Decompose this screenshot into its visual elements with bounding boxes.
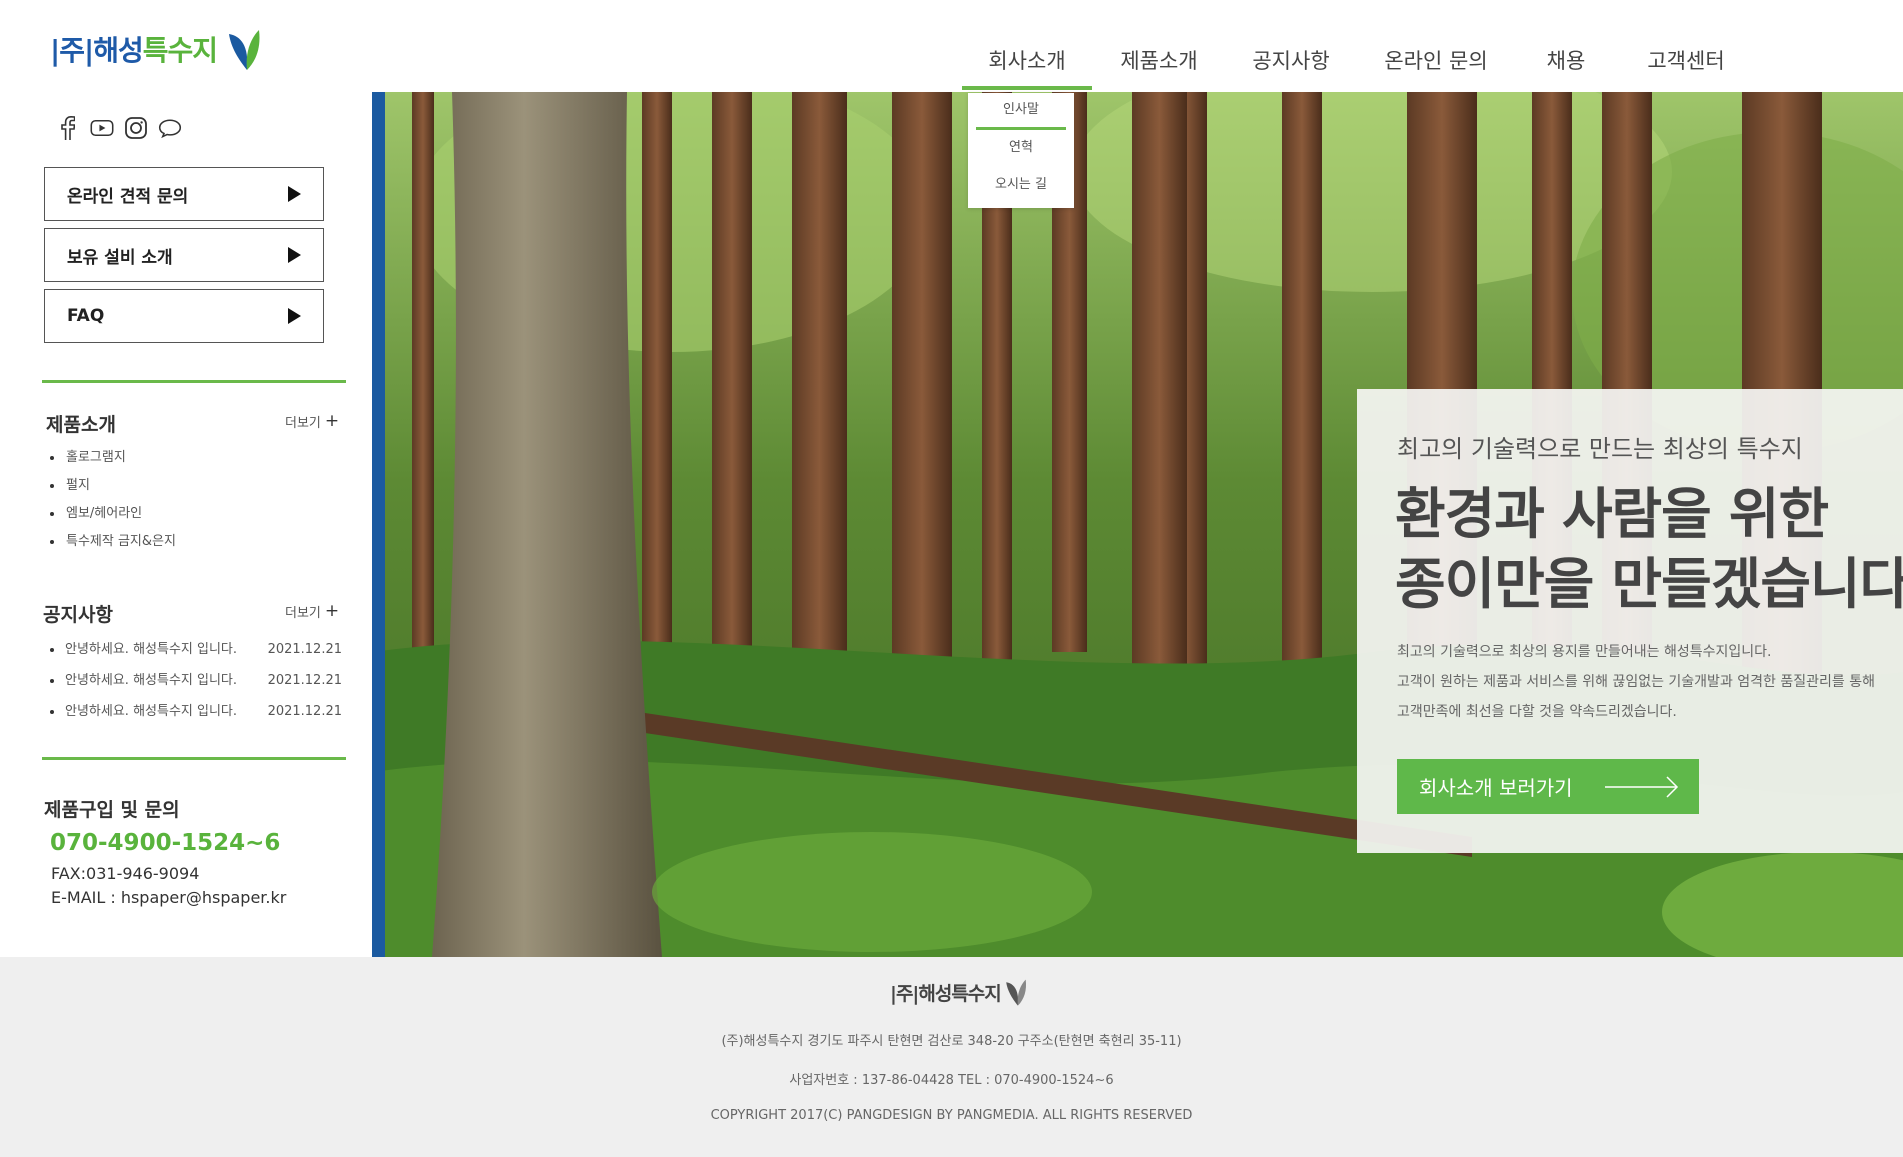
online-quote-button[interactable]: 온라인 견적 문의 xyxy=(44,167,324,221)
equipment-button[interactable]: 보유 설비 소개 xyxy=(44,228,324,282)
logo-name-b: 특수지 xyxy=(142,34,218,67)
products-section-title: 제품소개 xyxy=(46,414,116,436)
contact-title: 제품구입 및 문의 xyxy=(44,799,180,821)
site-logo[interactable]: |주|해성특수지 xyxy=(50,24,261,74)
leaf-logo-icon xyxy=(1005,979,1026,1006)
footer-logo-name-b: 특수지 xyxy=(951,982,1001,1005)
notices-list: 안녕하세요. 해성특수지 입니다. 2021.12.21 안녕하세요. 해성특수지… xyxy=(50,634,342,727)
youtube-icon[interactable] xyxy=(90,116,114,140)
footer-copyright: COPYRIGHT 2017(C) PANGDESIGN BY PANGMEDI… xyxy=(710,1108,1193,1123)
hero-subtitle: 최고의 기술력으로 만드는 최상의 특수지 xyxy=(1397,435,1803,463)
hero-desc-line-1: 최고의 기술력으로 최상의 용지를 만들어내는 해성특수지입니다. xyxy=(1397,644,1772,660)
main-nav: 회사소개 제품소개 공지사항 온라인 문의 채용 고객센터 xyxy=(962,40,1756,90)
notice-title: 안녕하세요. 해성특수지 입니다. xyxy=(65,642,238,657)
list-item[interactable]: 펄지 xyxy=(50,472,176,500)
footer-logo-text: |주|해성특수지 xyxy=(890,979,1002,1006)
notice-title: 안녕하세요. 해성특수지 입니다. xyxy=(65,673,238,688)
long-arrow-right-icon xyxy=(1605,776,1679,798)
triangle-right-icon xyxy=(288,186,301,202)
notice-date: 2021.12.21 xyxy=(267,673,342,688)
hero-description: 최고의 기술력으로 최상의 용지를 만들어내는 해성특수지입니다. 고객이 원하… xyxy=(1397,637,1875,727)
nav-recruit[interactable]: 채용 xyxy=(1516,40,1616,88)
submenu-greeting[interactable]: 인사말 xyxy=(976,93,1066,130)
list-item[interactable]: 특수제작 금지&은지 xyxy=(50,528,176,556)
company-submenu: 인사말 연혁 오시는 길 xyxy=(968,93,1074,208)
list-item[interactable]: 엠보/헤어라인 xyxy=(50,500,176,528)
footer-address: (주)해성특수지 경기도 파주시 탄현면 검산로 348-20 구주소(탄현면 … xyxy=(721,1034,1182,1049)
triangle-right-icon xyxy=(288,308,301,324)
facebook-icon[interactable] xyxy=(56,116,80,140)
notices-more-link[interactable]: 더보기 + xyxy=(285,601,339,621)
hero-accent-bar xyxy=(372,92,385,957)
list-item[interactable]: 안녕하세요. 해성특수지 입니다. 2021.12.21 xyxy=(50,665,342,696)
hero-headline-line-2: 종이만을 만들겠습니다. xyxy=(1395,552,1903,616)
nav-notices[interactable]: 공지사항 xyxy=(1226,40,1356,88)
nav-customer-center[interactable]: 고객센터 xyxy=(1616,40,1756,88)
notice-date: 2021.12.21 xyxy=(267,704,342,719)
nav-products[interactable]: 제품소개 xyxy=(1092,40,1226,88)
hero-text-panel: 최고의 기술력으로 만드는 최상의 특수지 환경과 사람을 위한 종이만을 만들… xyxy=(1357,389,1903,853)
logo-prefix: |주| xyxy=(50,34,94,67)
faq-label: FAQ xyxy=(67,306,105,326)
hero-banner: 최고의 기술력으로 만드는 최상의 특수지 환경과 사람을 위한 종이만을 만들… xyxy=(372,92,1903,957)
list-item[interactable]: 홀로그램지 xyxy=(50,444,176,472)
online-quote-label: 온라인 견적 문의 xyxy=(67,186,189,207)
site-footer: |주|해성특수지 (주)해성특수지 경기도 파주시 탄현면 검산로 348-20… xyxy=(0,957,1903,1157)
notice-title: 안녕하세요. 해성특수지 입니다. xyxy=(65,704,238,719)
footer-logo-prefix: |주| xyxy=(890,982,919,1005)
instagram-icon[interactable] xyxy=(124,116,148,140)
hero-desc-line-3: 고객만족에 최선을 다할 것을 약속드리겠습니다. xyxy=(1397,704,1677,720)
footer-business-info: 사업자번호 : 137-86-04428 TEL : 070-4900-1524… xyxy=(789,1073,1114,1088)
submenu-history[interactable]: 연혁 xyxy=(968,130,1074,167)
products-list: 홀로그램지 펄지 엠보/헤어라인 특수제작 금지&은지 xyxy=(50,444,176,556)
section-divider xyxy=(42,757,346,760)
logo-text: |주|해성특수지 xyxy=(50,29,218,69)
equipment-label: 보유 설비 소개 xyxy=(67,247,173,268)
footer-logo-name-a: 해성 xyxy=(918,982,952,1005)
view-company-button[interactable]: 회사소개 보러가기 xyxy=(1397,759,1699,814)
hero-headline: 환경과 사람을 위한 종이만을 만들겠습니다. xyxy=(1395,479,1903,619)
contact-fax: FAX:031-946-9094 xyxy=(51,864,200,883)
list-item[interactable]: 안녕하세요. 해성특수지 입니다. 2021.12.21 xyxy=(50,696,342,727)
social-links xyxy=(56,116,182,140)
logo-name-a: 해성 xyxy=(93,34,144,67)
plus-icon: + xyxy=(324,411,340,431)
leaf-logo-icon xyxy=(229,30,260,70)
submenu-directions[interactable]: 오시는 길 xyxy=(968,167,1074,204)
notices-section-title: 공지사항 xyxy=(43,604,113,626)
triangle-right-icon xyxy=(288,247,301,263)
section-divider xyxy=(42,380,346,383)
faq-button[interactable]: FAQ xyxy=(44,289,324,343)
products-more-label: 더보기 xyxy=(285,415,321,431)
chat-icon[interactable] xyxy=(158,116,182,140)
list-item[interactable]: 안녕하세요. 해성특수지 입니다. 2021.12.21 xyxy=(50,634,342,665)
notices-more-label: 더보기 xyxy=(285,605,321,621)
hero-desc-line-2: 고객이 원하는 제품과 서비스를 위해 끊임없는 기술개발과 엄격한 품질관리를… xyxy=(1397,674,1875,690)
footer-logo: |주|해성특수지 xyxy=(890,977,1027,1007)
view-company-button-label: 회사소개 보러가기 xyxy=(1419,776,1573,800)
contact-email[interactable]: E-MAIL : hspaper@hspaper.kr xyxy=(51,888,286,907)
contact-phone[interactable]: 070-4900-1524~6 xyxy=(50,830,280,856)
nav-company[interactable]: 회사소개 xyxy=(962,40,1092,90)
notice-date: 2021.12.21 xyxy=(267,642,342,657)
hero-headline-line-1: 환경과 사람을 위한 xyxy=(1395,482,1829,546)
nav-online-inquiry[interactable]: 온라인 문의 xyxy=(1356,40,1516,88)
plus-icon: + xyxy=(324,601,340,621)
products-more-link[interactable]: 더보기 + xyxy=(285,411,339,431)
